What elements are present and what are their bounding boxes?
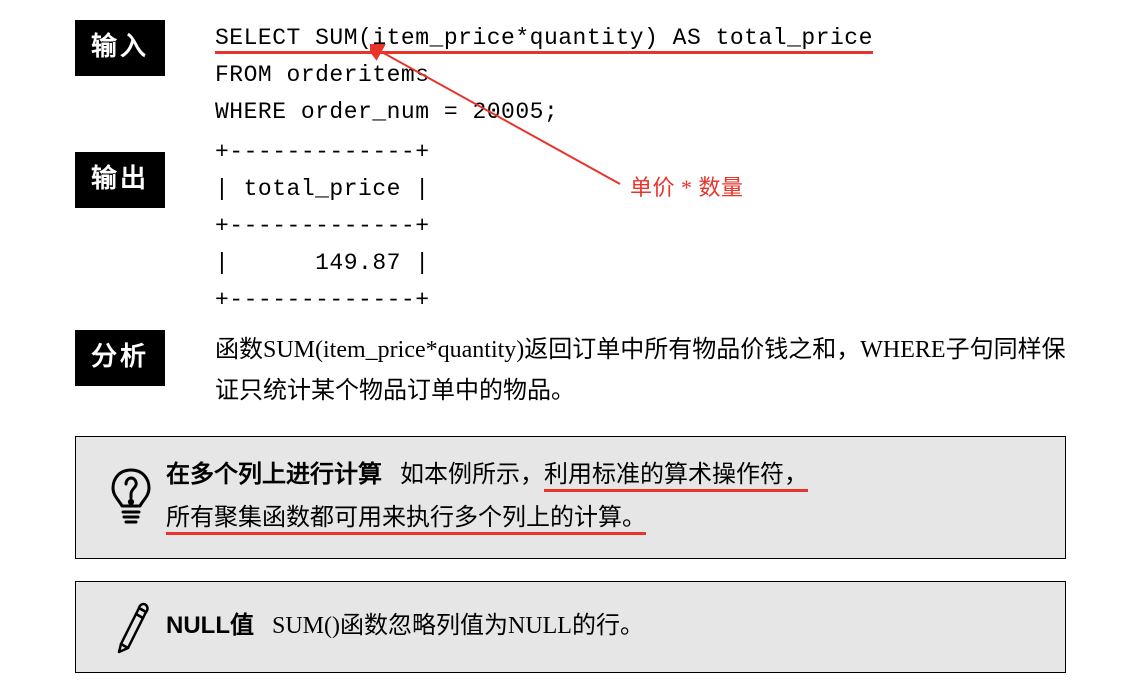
pencil-icon <box>111 598 151 654</box>
callout-tip-body-pre: 如本例所示， <box>400 462 544 488</box>
callout-note: NULL值 SUM()函数忽略列值为NULL的行。 <box>75 581 1066 673</box>
callout-note-title: NULL值 <box>166 612 254 639</box>
callout-tip-underlined2: 所有聚集函数都可用来执行多个列上的计算。 <box>166 505 646 535</box>
output-block: +-------------+ | total_price | +-------… <box>215 134 1121 318</box>
sql-line3: WHERE order_num = 20005; <box>215 94 1081 131</box>
table-border-top: +-------------+ <box>215 134 1081 171</box>
label-input: 输入 <box>75 20 165 76</box>
callout-tip-underlined1: 利用标准的算术操作符， <box>544 462 808 492</box>
table-value: | 149.87 | <box>215 245 1081 282</box>
analysis-text: 函数SUM(item_price*quantity)返回订单中所有物品价钱之和，… <box>215 330 1121 412</box>
table-border-bot: +-------------+ <box>215 282 1081 319</box>
label-analysis: 分析 <box>75 330 165 386</box>
callout-tip: 在多个列上进行计算 如本例所示，利用标准的算术操作符， 所有聚集函数都可用来执行… <box>75 436 1066 559</box>
table-header: | total_price | <box>215 171 1081 208</box>
table-border-mid: +-------------+ <box>215 208 1081 245</box>
sql-line1: SELECT SUM(item_price*quantity) AS total… <box>215 25 873 54</box>
callout-note-body: SUM()函数忽略列值为NULL的行。 <box>272 613 644 639</box>
callout-tip-title: 在多个列上进行计算 <box>166 461 382 488</box>
lightbulb-icon <box>108 466 154 528</box>
label-output: 输出 <box>75 152 165 208</box>
sql-line2: FROM orderitems <box>215 57 1081 94</box>
input-code-block: SELECT SUM(item_price*quantity) AS total… <box>215 20 1121 130</box>
